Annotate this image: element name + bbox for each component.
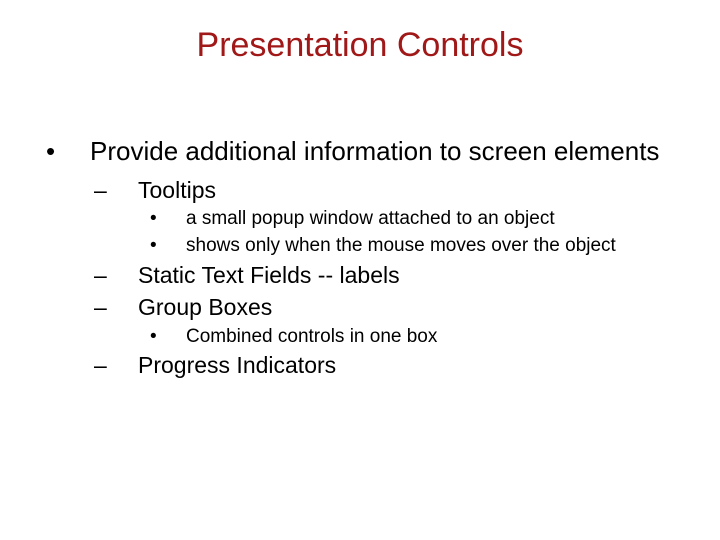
bullet-dot-icon: •	[68, 135, 90, 168]
bullet-level2: –Progress Indicators	[138, 351, 670, 381]
dash-icon: –	[116, 293, 138, 323]
slide-title: Presentation Controls	[50, 26, 670, 65]
bullet-level3: •shows only when the mouse moves over th…	[186, 234, 670, 259]
bullet-level3: •Combined controls in one box	[186, 325, 670, 350]
bullet-text: Combined controls in one box	[186, 326, 437, 347]
bullet-text: Group Boxes	[138, 294, 272, 320]
bullet-text: a small popup window attached to an obje…	[186, 208, 555, 229]
bullet-text: Provide additional information to screen…	[90, 136, 659, 166]
bullet-level3: •a small popup window attached to an obj…	[186, 207, 670, 232]
bullet-text: Static Text Fields -- labels	[138, 262, 400, 288]
dash-icon: –	[116, 261, 138, 291]
bullet-level1: •Provide additional information to scree…	[90, 135, 670, 168]
bullet-level2: –Tooltips	[138, 176, 670, 206]
bullet-dot-icon: •	[168, 234, 186, 259]
bullet-text: Tooltips	[138, 177, 216, 203]
bullet-dot-icon: •	[168, 207, 186, 232]
dash-icon: –	[116, 176, 138, 206]
bullet-level2: –Static Text Fields -- labels	[138, 261, 670, 291]
bullet-text: Progress Indicators	[138, 352, 336, 378]
dash-icon: –	[116, 351, 138, 381]
bullet-dot-icon: •	[168, 325, 186, 350]
slide: Presentation Controls •Provide additiona…	[0, 0, 720, 540]
bullet-level2: –Group Boxes	[138, 293, 670, 323]
bullet-text: shows only when the mouse moves over the…	[186, 235, 616, 256]
